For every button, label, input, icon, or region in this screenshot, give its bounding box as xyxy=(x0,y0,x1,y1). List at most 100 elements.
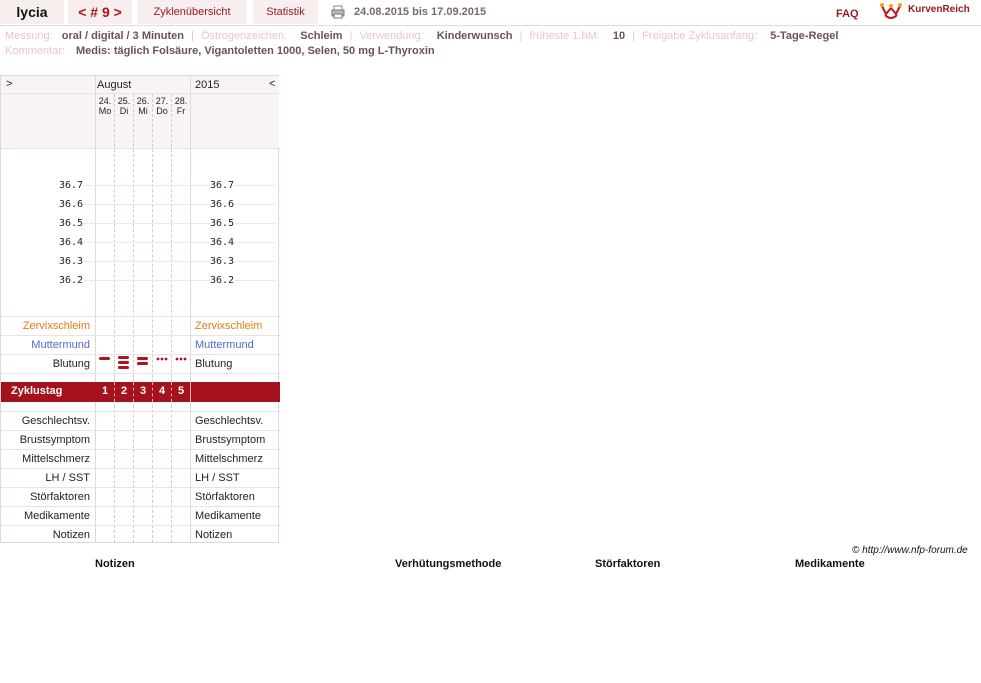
mittelschmerz-label-right: Mittelschmerz xyxy=(195,453,263,465)
column-divider xyxy=(95,76,96,543)
geschlechtsv-label-right: Geschlechtsv. xyxy=(195,415,264,427)
forum-link[interactable]: © http://www.nfp-forum.de xyxy=(852,545,968,556)
zervix-label-right: Zervixschleim xyxy=(195,320,263,332)
temp-gridline xyxy=(61,223,276,224)
chart-nav-next[interactable]: < xyxy=(269,78,275,90)
temp-gridline xyxy=(61,185,276,186)
freigabe-label: Freigabe Zyklusanfang: xyxy=(642,30,758,42)
top-nav: lycia < # 9 > Zyklenübersicht Statistik … xyxy=(0,0,981,26)
temp-label-left: 36.4 xyxy=(59,237,84,248)
lh-sst-label-right: LH / SST xyxy=(195,472,240,484)
user-name-tab[interactable]: lycia xyxy=(0,0,64,24)
cycle-day-number[interactable]: 2 xyxy=(115,385,133,397)
medication-column-header: Medikamente xyxy=(795,558,865,570)
row-divider xyxy=(1,93,280,94)
chart-nav-prev[interactable]: > xyxy=(6,78,12,90)
temp-label-right: 36.6 xyxy=(210,199,235,210)
temp-gridline xyxy=(61,261,276,262)
day-column[interactable]: 28. Fr xyxy=(173,96,189,116)
bleeding-spotting-icon[interactable] xyxy=(173,354,189,370)
temp-label-right: 36.3 xyxy=(210,256,235,267)
day-column[interactable]: 27. Do xyxy=(154,96,170,116)
temp-label-left: 36.3 xyxy=(59,256,84,267)
muttermund-label-left: Muttermund xyxy=(31,339,90,351)
day-column[interactable]: 25. Di xyxy=(116,96,132,116)
blutung-label-right: Blutung xyxy=(195,358,233,370)
faq-link[interactable]: FAQ xyxy=(836,8,859,20)
cycle-switcher[interactable]: < # 9 > xyxy=(68,0,132,24)
temp-label-left: 36.7 xyxy=(59,180,84,191)
zyklustag-label: Zyklustag xyxy=(11,385,63,397)
brustsymptom-label-right: Brustsymptom xyxy=(195,434,266,446)
temp-label-right: 36.4 xyxy=(210,237,235,248)
day-divider xyxy=(152,94,153,543)
separator: | xyxy=(519,30,523,42)
row-divider xyxy=(1,449,280,450)
bleeding-heavy-icon[interactable] xyxy=(97,354,113,370)
row-divider xyxy=(1,373,280,374)
freigabe-value: 5-Tage-Regel xyxy=(770,30,839,42)
muttermund-label-right: Muttermund xyxy=(195,339,254,351)
cycle-day-number[interactable]: 4 xyxy=(153,385,171,397)
temp-label-right: 36.7 xyxy=(210,180,235,191)
notizen-label-right: Notizen xyxy=(195,529,233,541)
cycle-overview-tab[interactable]: Zyklenübersicht xyxy=(137,0,247,24)
messung-value: oral / digital / 3 Minuten xyxy=(61,30,184,42)
verwendung-label: Verwendung: xyxy=(359,30,424,42)
cycle-info-line: Messung: oral / digital / 3 Minuten | Ös… xyxy=(5,30,838,42)
comment-line: Kommentar: Medis: täglich Folsäure, Viga… xyxy=(5,45,435,57)
bleeding-heavy-double-icon[interactable] xyxy=(135,354,151,370)
kommentar-value: Medis: täglich Folsäure, Vigantoletten 1… xyxy=(75,45,435,57)
bleeding-spotting-icon[interactable] xyxy=(154,354,170,370)
printer-icon[interactable] xyxy=(331,5,345,19)
temp-label-right: 36.5 xyxy=(210,218,235,229)
bleeding-very-heavy-icon[interactable] xyxy=(116,354,132,370)
separator: | xyxy=(632,30,636,42)
day-divider xyxy=(114,94,115,543)
day-date: 27. xyxy=(155,96,169,106)
day-weekday: Mo xyxy=(98,106,112,116)
oestrogen-value: Schleim xyxy=(300,30,343,42)
row-divider xyxy=(1,411,280,412)
day-column[interactable]: 26. Mi xyxy=(135,96,151,116)
day-date: 26. xyxy=(136,96,150,106)
messung-label: Messung: xyxy=(5,30,53,42)
lh-sst-label-left: LH / SST xyxy=(45,472,90,484)
cycle-day-number[interactable]: 1 xyxy=(96,385,114,397)
medikamente-label-left: Medikamente xyxy=(23,510,90,522)
notes-column-header: Notizen xyxy=(95,558,135,570)
verwendung-value: Kinderwunsch xyxy=(436,30,513,42)
separator: | xyxy=(349,30,353,42)
contraception-column-header: Verhütungsmethode xyxy=(395,558,502,570)
day-date: 28. xyxy=(174,96,188,106)
month-label: August xyxy=(97,79,132,91)
medikamente-label-right: Medikamente xyxy=(195,510,262,522)
notizen-label-left: Notizen xyxy=(52,529,90,541)
kurvenreich-logo-icon[interactable] xyxy=(880,2,902,20)
statistics-tab[interactable]: Statistik xyxy=(253,0,318,24)
cycle-day-number[interactable]: 5 xyxy=(172,385,190,397)
disturbance-column-header: Störfaktoren xyxy=(595,558,661,570)
day-weekday: Fr xyxy=(176,106,186,116)
brand-name[interactable]: KurvenReich xyxy=(908,4,970,15)
separator: | xyxy=(191,30,194,42)
day-column[interactable]: 24. Mo xyxy=(97,96,113,116)
column-divider xyxy=(190,382,191,402)
row-divider xyxy=(1,506,280,507)
temp-gridline xyxy=(61,204,276,205)
temp-label-left: 36.6 xyxy=(59,199,84,210)
cycle-day-number[interactable]: 3 xyxy=(134,385,152,397)
mittelschmerz-label-left: Mittelschmerz xyxy=(22,453,90,465)
header-bg-left xyxy=(1,76,95,148)
stoerfaktoren-label-right: Störfaktoren xyxy=(195,491,255,503)
day-divider xyxy=(133,94,134,543)
zyklustag-row: Zyklustag 1 2 3 4 5 xyxy=(1,382,280,402)
column-divider xyxy=(190,76,191,543)
day-weekday: Mi xyxy=(138,106,148,116)
blutung-label-left: Blutung xyxy=(52,358,90,370)
day-divider xyxy=(171,382,172,402)
day-divider xyxy=(152,382,153,402)
row-divider xyxy=(1,148,280,149)
geschlechtsv-label-left: Geschlechtsv. xyxy=(21,415,90,427)
row-divider xyxy=(1,316,280,317)
